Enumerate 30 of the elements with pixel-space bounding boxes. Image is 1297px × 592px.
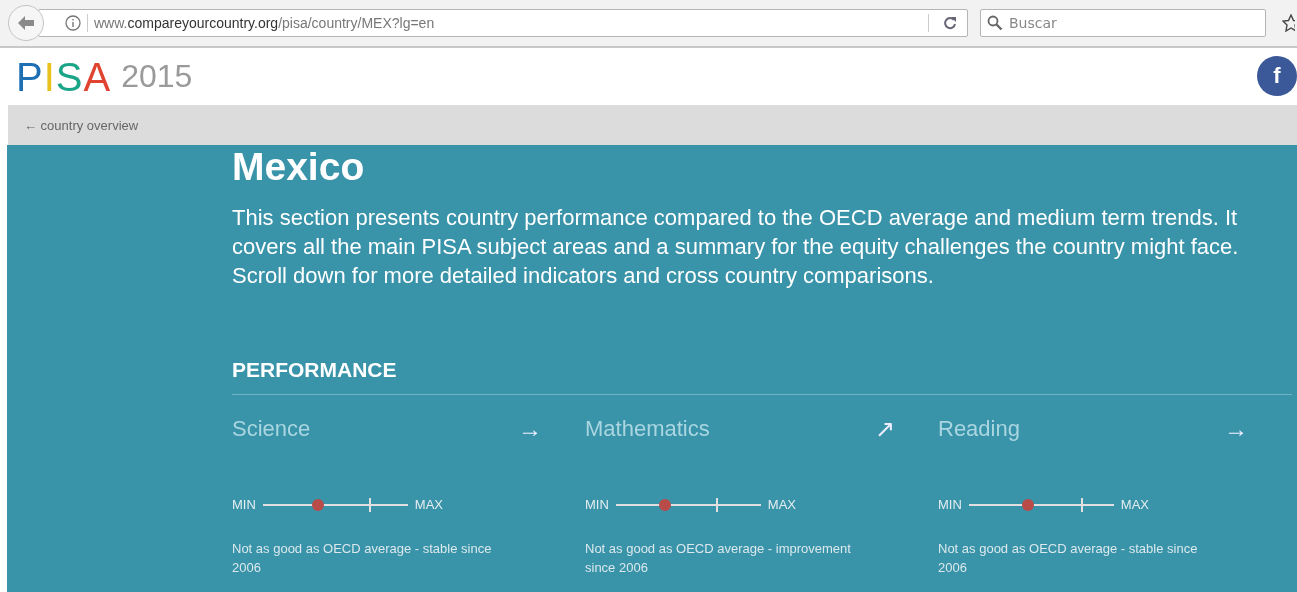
performance-summary: Not as good as OECD average - stable since 2006 [938, 540, 1199, 577]
pisa-logo: PISA [16, 56, 112, 97]
logo-year: 2015 [121, 58, 193, 95]
country-overview-link[interactable]: ← country overview [24, 117, 139, 133]
subject-title: Mathematics [585, 416, 710, 442]
min-label: MIN [232, 497, 256, 512]
url-text: www.compareyourcountry.org/pisa/country/MEX?lg=en [94, 15, 436, 31]
trend-arrow: → [518, 415, 542, 443]
country-title: Mexico [232, 145, 366, 189]
subject-title: Science [232, 416, 311, 442]
facebook-button[interactable]: f [1257, 56, 1297, 96]
max-label: MAX [1120, 497, 1149, 512]
performance-summary: Not as good as OECD average - improvement since 2006 [585, 540, 852, 577]
min-label: MIN [585, 497, 609, 512]
trend-arrow: → [1224, 415, 1248, 443]
intro-paragraph: This section presents country performance compared to the OECD average and medium term trends. It covers all the main PISA subject areas and a summary for the equity challenges the country might face. Scroll down for more detailed indicators and cross country comparisons. [232, 204, 1240, 290]
max-label: MAX [767, 497, 796, 512]
trend-arrow: ↗ [875, 415, 895, 443]
bookmark-star-icon[interactable] [1282, 14, 1295, 32]
max-label: MAX [414, 497, 443, 512]
performance-summary: Not as good as OECD average - stable since 2006 [232, 540, 493, 577]
back-arrow-icon [17, 15, 35, 31]
search-field[interactable]: Buscar [980, 9, 1266, 37]
section-heading: PERFORMANCE [232, 358, 1292, 395]
address-bar[interactable]: www.compareyourcountry.org/pisa/country/MEX?lg=en [38, 9, 968, 37]
min-label: MIN [938, 497, 962, 512]
back-button[interactable] [8, 5, 44, 41]
subject-title: Reading [938, 416, 1020, 442]
reload-icon[interactable] [943, 16, 957, 30]
info-icon[interactable] [65, 15, 81, 31]
